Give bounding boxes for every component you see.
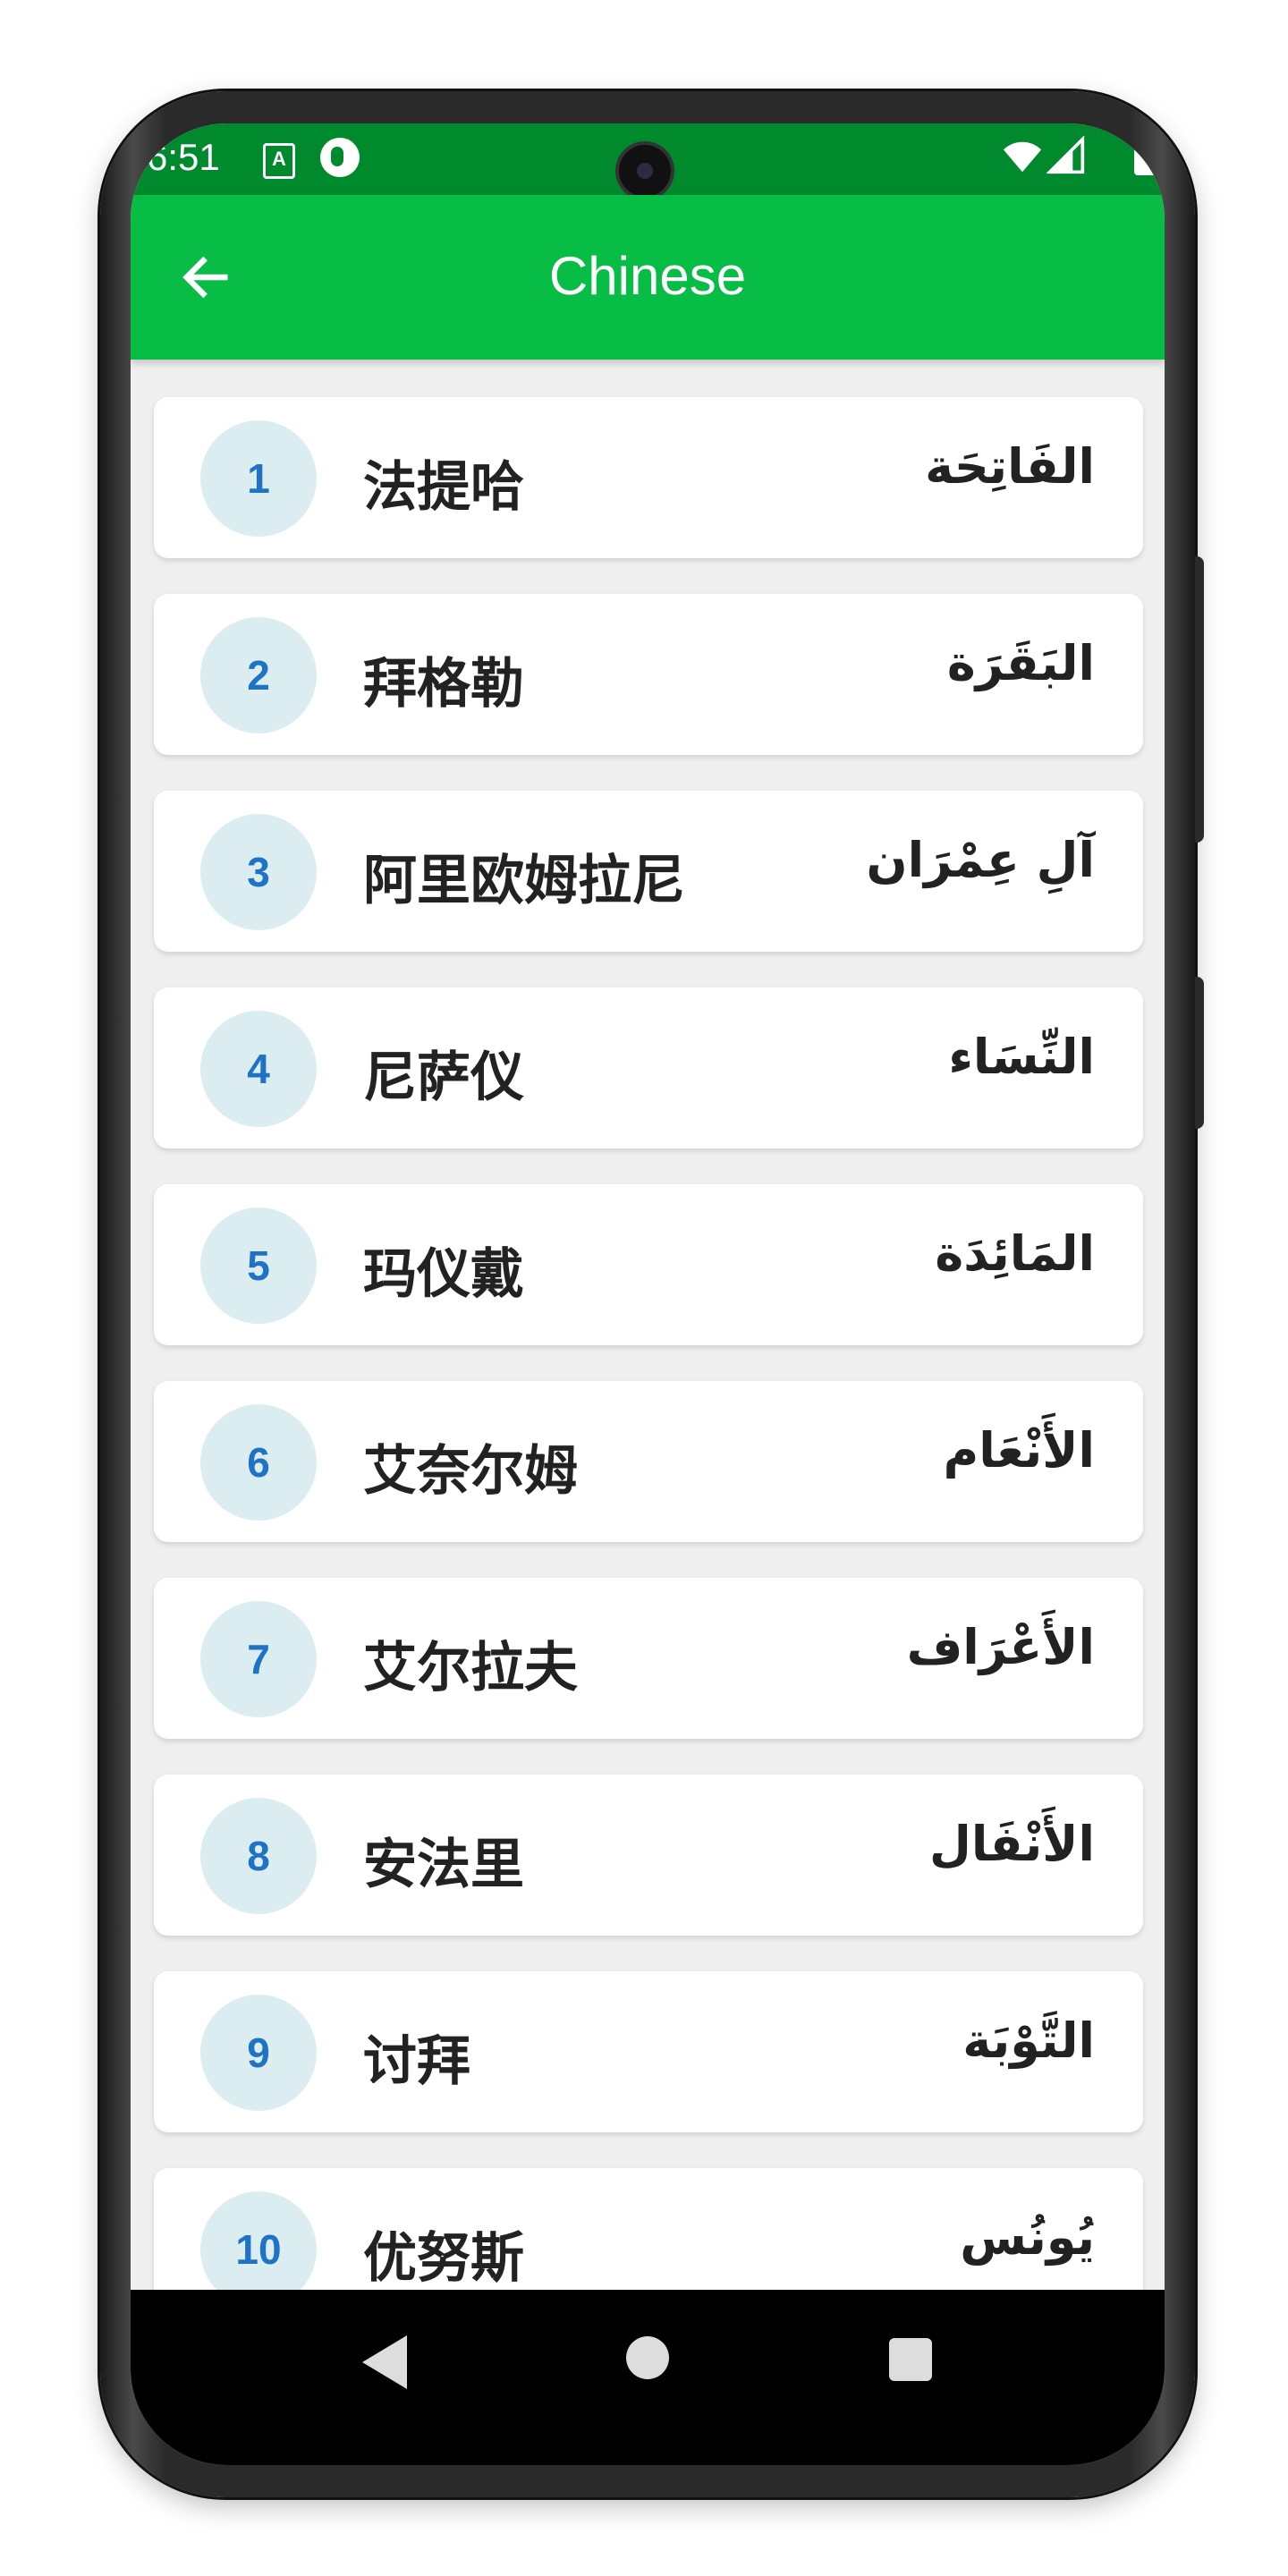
surah-item[interactable]: 2 拜格勒 البَقَرَة (154, 594, 1143, 755)
surah-name-chinese: 艾奈尔姆 (363, 1440, 578, 1503)
surah-name-arabic: التَّوْبَة (962, 2012, 1095, 2069)
surah-item[interactable]: 8 安法里 الأَنْفَال (154, 1775, 1143, 1936)
surah-number-badge: 8 (200, 1798, 317, 1914)
power-button (1195, 977, 1204, 1129)
status-bar: 6:51 A (131, 123, 1165, 197)
notification-a-icon: A (263, 143, 295, 179)
surah-name-arabic: آلِ عِمْرَان (866, 832, 1095, 888)
surah-number-badge: 6 (200, 1404, 317, 1521)
surah-name-arabic: الأَنْفَال (929, 1816, 1095, 1872)
surah-number-badge: 2 (200, 617, 317, 733)
surah-name-chinese: 尼萨仪 (363, 1046, 524, 1109)
app-bar: Chinese (131, 195, 1165, 360)
surah-number-badge: 3 (200, 814, 317, 930)
screen: 6:51 A Chinese 1 法提哈 الفَاتِحَة 2 拜格勒 ال… (131, 123, 1165, 2465)
surah-name-chinese: 艾尔拉夫 (363, 1637, 578, 1699)
surah-item[interactable]: 4 尼萨仪 النِّسَاء (154, 987, 1143, 1148)
front-camera (619, 145, 671, 197)
signal-icon (1046, 136, 1085, 174)
surah-name-arabic: البَقَرَة (946, 635, 1095, 691)
battery-icon (1134, 138, 1165, 175)
surah-name-arabic: المَائِدَة (935, 1225, 1095, 1282)
surah-number-badge: 5 (200, 1208, 317, 1324)
wifi-icon (1003, 141, 1042, 173)
surah-number-badge: 1 (200, 420, 317, 537)
surah-item[interactable]: 9 讨拜 التَّوْبَة (154, 1971, 1143, 2132)
surah-number-badge: 4 (200, 1011, 317, 1127)
surah-name-chinese: 拜格勒 (363, 653, 524, 716)
phone-frame: 6:51 A Chinese 1 法提哈 الفَاتِحَة 2 拜格勒 ال… (100, 91, 1204, 2497)
surah-item[interactable]: 6 艾奈尔姆 الأَنْعَام (154, 1381, 1143, 1542)
surah-number-badge: 7 (200, 1601, 317, 1717)
surah-name-chinese: 讨拜 (363, 2030, 470, 2093)
surah-name-chinese: 安法里 (363, 1834, 524, 1896)
surah-item[interactable]: 7 艾尔拉夫 الأَعْرَاف (154, 1578, 1143, 1739)
surah-name-arabic: النِّسَاء (948, 1029, 1095, 1085)
surah-item[interactable]: 3 阿里欧姆拉尼 آلِ عِمْرَان (154, 791, 1143, 952)
surah-list: 1 法提哈 الفَاتِحَة 2 拜格勒 البَقَرَة 3 阿里欧姆拉… (154, 397, 1143, 2365)
surah-name-chinese: 法提哈 (363, 456, 524, 519)
page-title: Chinese (548, 246, 747, 306)
nav-recents-icon[interactable] (889, 2338, 932, 2381)
surah-name-chinese: 阿里欧姆拉尼 (363, 850, 685, 912)
notification-app-icon (320, 138, 360, 177)
surah-name-chinese: 优努斯 (363, 2227, 524, 2290)
surah-item[interactable]: 1 法提哈 الفَاتِحَة (154, 397, 1143, 558)
surah-name-arabic: الأَنْعَام (943, 1422, 1095, 1479)
surah-item[interactable]: 5 玛仪戴 المَائِدَة (154, 1184, 1143, 1345)
surah-name-arabic: الأَعْرَاف (906, 1619, 1095, 1675)
surah-name-arabic: الفَاتِحَة (925, 438, 1095, 495)
nav-back-icon[interactable] (358, 2331, 411, 2394)
surah-name-arabic: يُونُس (960, 2209, 1095, 2266)
system-navigation-bar (131, 2290, 1165, 2465)
surah-name-chinese: 玛仪戴 (363, 1243, 524, 1306)
surah-number-badge: 9 (200, 1995, 317, 2111)
status-time: 6:51 (147, 136, 220, 178)
volume-button (1195, 556, 1204, 843)
nav-home-icon[interactable] (626, 2336, 669, 2379)
